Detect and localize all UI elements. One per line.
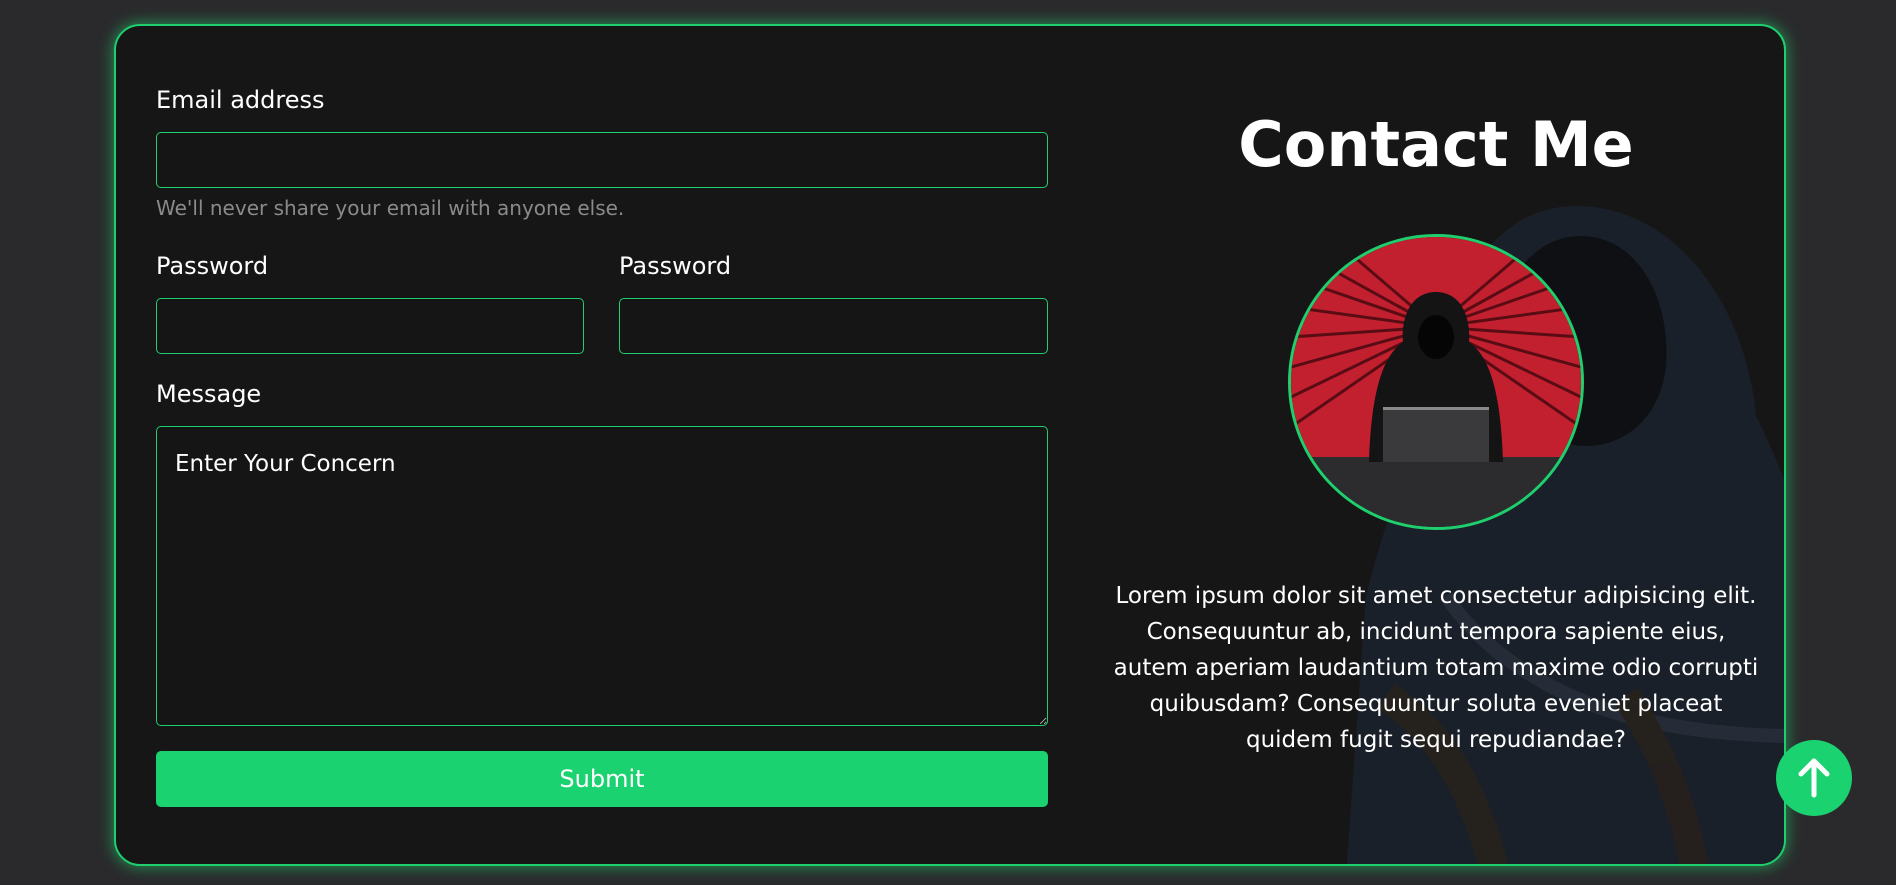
password-label-1: Password — [156, 252, 269, 280]
contact-title: Contact Me — [1238, 108, 1634, 181]
submit-button[interactable]: Submit — [156, 751, 1048, 807]
email-help-text: We'll never share your email with anyone… — [156, 196, 625, 220]
contact-card: Email address We'll never share your ema… — [114, 24, 1786, 866]
message-label: Message — [156, 380, 262, 408]
password-label-2: Password — [619, 252, 732, 280]
message-textarea[interactable] — [156, 426, 1048, 726]
hacker-avatar-illustration — [1291, 237, 1581, 527]
email-input[interactable] — [156, 132, 1048, 188]
password-input-2[interactable] — [619, 298, 1048, 354]
arrow-up-icon — [1798, 758, 1830, 798]
email-label: Email address — [156, 86, 325, 114]
scroll-to-top-button[interactable] — [1776, 740, 1852, 816]
profile-avatar-image — [1288, 234, 1584, 530]
password-input-1[interactable] — [156, 298, 584, 354]
contact-description: Lorem ipsum dolor sit amet consectetur a… — [1113, 583, 1759, 753]
